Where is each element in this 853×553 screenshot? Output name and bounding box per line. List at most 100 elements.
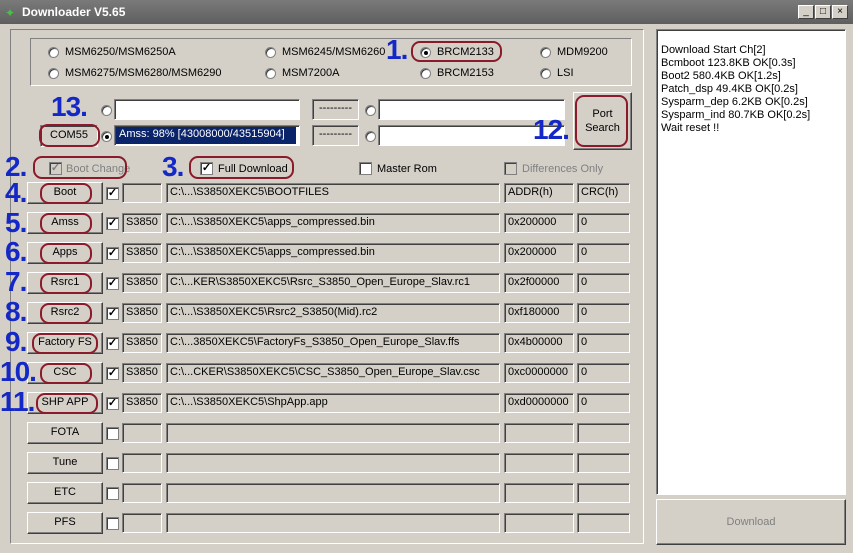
file-path-1: C:\...\S3850XEKC5\apps_compressed.bin [166, 213, 500, 233]
file-crc-0: CRC(h) [577, 183, 630, 203]
chip-option-5[interactable]: MSM7200A [265, 67, 339, 79]
log-line: Sysparm_ind 80.7KB OK[0.2s] [661, 109, 811, 121]
chip-radio[interactable] [540, 46, 551, 58]
file-model-1: S3850 [122, 213, 162, 233]
file-crc-2: 0 [577, 243, 630, 263]
chip-radio[interactable] [420, 67, 431, 79]
chip-radio[interactable] [265, 46, 276, 58]
window-title: Downloader V5.65 [22, 5, 126, 19]
file-addr-0: ADDR(h) [504, 183, 574, 203]
annotation-number-13: 13. [51, 91, 88, 122]
chip-option-0[interactable]: MSM6250/MSM6250A [48, 46, 176, 58]
chip-radio[interactable] [48, 67, 59, 79]
maximize-button[interactable]: □ [815, 5, 831, 19]
chip-option-6[interactable]: BRCM2153 [420, 67, 494, 79]
port3-radio[interactable] [365, 130, 376, 142]
annotation-circle-full-download [189, 156, 294, 179]
log-line: Wait reset !! [661, 122, 720, 134]
file-model-10 [122, 483, 162, 503]
chip-option-3[interactable]: MDM9200 [540, 46, 608, 58]
annotation-circle-row-6 [40, 363, 92, 384]
port1-field[interactable] [114, 99, 300, 120]
file-checkbox-5[interactable]: ✓ [106, 337, 119, 350]
file-checkbox-11[interactable] [106, 517, 119, 530]
annotation-circle-row-0 [40, 183, 92, 204]
file-button-10[interactable]: ETC [27, 482, 103, 504]
chip-radio[interactable] [540, 67, 551, 79]
file-checkbox-4[interactable]: ✓ [106, 307, 119, 320]
file-model-3: S3850 [122, 273, 162, 293]
annotation-number-5: 5. [5, 207, 27, 238]
file-crc-3: 0 [577, 273, 630, 293]
annotation-circle-row-3 [40, 273, 92, 294]
file-addr-8 [504, 423, 574, 443]
file-addr-1: 0x200000 [504, 213, 574, 233]
file-crc-11 [577, 513, 630, 533]
log-panel: Download Start Ch[2] Bcmboot 123.8KB OK[0… [656, 29, 846, 495]
file-checkbox-6[interactable]: ✓ [106, 367, 119, 380]
file-addr-4: 0xf180000 [504, 303, 574, 323]
port-active-radio[interactable] [101, 130, 112, 142]
file-addr-9 [504, 453, 574, 473]
annotation-circle-port-search [575, 95, 628, 147]
annotation-number-8: 8. [5, 296, 27, 327]
chip-label: LSI [557, 67, 574, 79]
file-checkbox-1[interactable]: ✓ [106, 217, 119, 230]
file-checkbox-10[interactable] [106, 487, 119, 500]
chip-option-1[interactable]: MSM6245/MSM6260 [265, 46, 385, 58]
file-model-0 [122, 183, 162, 203]
annotation-number-12: 12. [533, 114, 570, 145]
annotation-circle-row-4 [40, 303, 92, 324]
file-checkbox-2[interactable]: ✓ [106, 247, 119, 260]
file-addr-3: 0x2f00000 [504, 273, 574, 293]
file-button-9[interactable]: Tune [27, 452, 103, 474]
file-button-11[interactable]: PFS [27, 512, 103, 534]
file-path-2: C:\...\S3850XEKC5\apps_compressed.bin [166, 243, 500, 263]
file-checkbox-9[interactable] [106, 457, 119, 470]
file-checkbox-3[interactable]: ✓ [106, 277, 119, 290]
file-path-0: C:\...\S3850XEKC5\BOOTFILES [166, 183, 500, 203]
minimize-button[interactable]: _ [798, 5, 814, 19]
chip-label: MSM6250/MSM6250A [65, 46, 176, 58]
file-addr-10 [504, 483, 574, 503]
log-line: Sysparm_dep 6.2KB OK[0.2s] [661, 96, 808, 108]
file-button-8[interactable]: FOTA [27, 422, 103, 444]
port3-status: --------- [312, 125, 359, 146]
file-checkbox-0[interactable]: ✓ [106, 187, 119, 200]
file-path-4: C:\...\S3850XEKC5\Rsrc2_S3850(Mid).rc2 [166, 303, 500, 323]
file-model-5: S3850 [122, 333, 162, 353]
master-rom-label: Master Rom [377, 163, 437, 175]
chip-option-7[interactable]: LSI [540, 67, 574, 79]
chip-label: BRCM2153 [437, 67, 494, 79]
differences-only-checkbox[interactable] [504, 162, 517, 175]
file-crc-9 [577, 453, 630, 473]
port1-radio[interactable] [101, 104, 112, 116]
file-crc-6: 0 [577, 363, 630, 383]
file-checkbox-7[interactable]: ✓ [106, 397, 119, 410]
file-checkbox-8[interactable] [106, 427, 119, 440]
port2-radio[interactable] [365, 104, 376, 116]
title-bar: ✦ Downloader V5.65 _ □ × [0, 0, 853, 24]
file-path-8 [166, 423, 500, 443]
chip-radio[interactable] [48, 46, 59, 58]
annotation-number-1: 1. [386, 34, 408, 65]
download-button[interactable]: Download [656, 499, 846, 545]
close-button[interactable]: × [832, 5, 848, 19]
chip-label: MSM6245/MSM6260 [282, 46, 386, 58]
chip-label: MDM9200 [557, 46, 608, 58]
file-path-7: C:\...\S3850XEKC5\ShpApp.app [166, 393, 500, 413]
annotation-number-10: 10. [0, 356, 37, 387]
file-crc-8 [577, 423, 630, 443]
chip-radio[interactable] [265, 67, 276, 79]
port1-status: --------- [312, 99, 359, 120]
file-addr-7: 0xd0000000 [504, 393, 574, 413]
progress-bar: Amss: 98% [43008000/43515904] [114, 125, 300, 146]
master-rom-checkbox[interactable] [359, 162, 372, 175]
file-model-2: S3850 [122, 243, 162, 263]
file-crc-5: 0 [577, 333, 630, 353]
differences-only-label: Differences Only [522, 163, 604, 175]
file-crc-7: 0 [577, 393, 630, 413]
file-addr-11 [504, 513, 574, 533]
chip-option-4[interactable]: MSM6275/MSM6280/MSM6290 [48, 67, 222, 79]
file-crc-1: 0 [577, 213, 630, 233]
